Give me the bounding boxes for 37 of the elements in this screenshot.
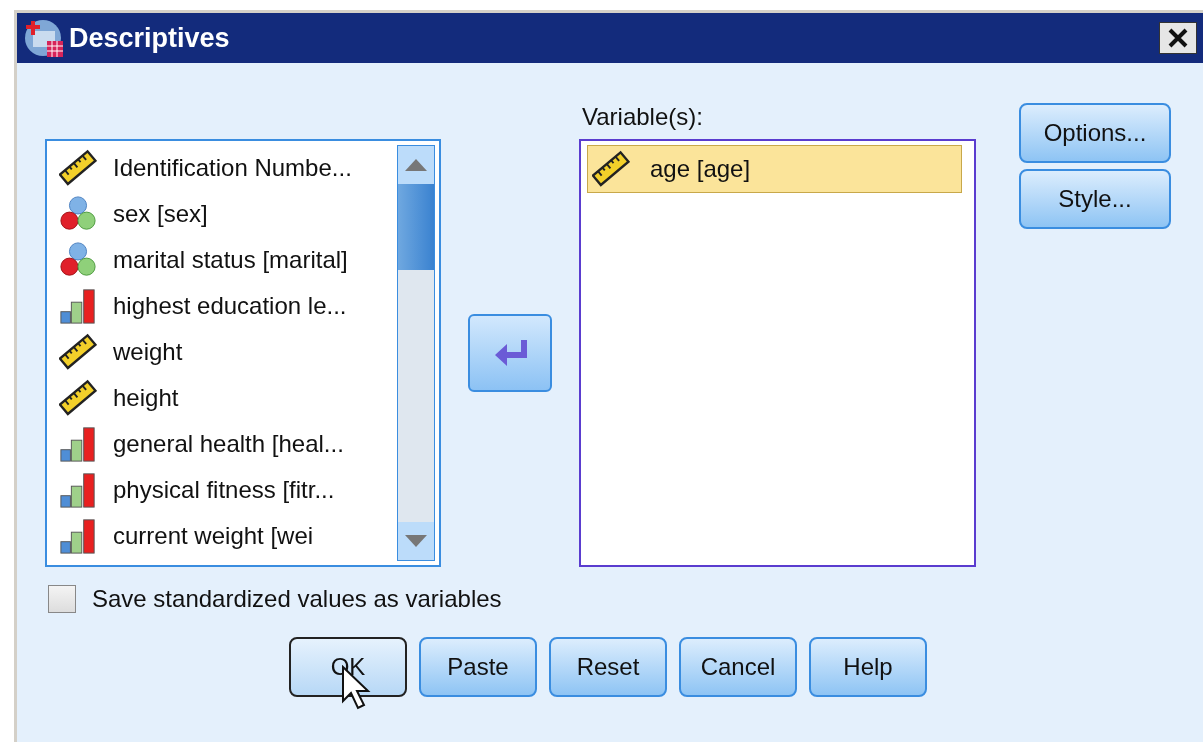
variables-label: Variable(s): [581,103,704,132]
scroll-up-icon[interactable] [405,159,427,171]
variable-item[interactable]: general health [heal... [59,421,397,467]
variable-list[interactable]: Identification Numbe... sex [sex] marital status [marital] highest education le... weight height general health [heal... physical fitness [fitr... current weight [wei [45,139,441,567]
variable-item[interactable]: highest education le... [59,283,397,329]
three-circles-icon [59,241,97,279]
bar-chart-icon [59,517,97,555]
variable-item[interactable]: age [age] [587,145,962,193]
scroll-thumb[interactable] [398,184,434,270]
bar-chart-icon [59,287,97,325]
dialog-button[interactable]: Reset [549,637,667,697]
dialog-button[interactable]: Paste [419,637,537,697]
variable-item[interactable]: marital status [marital] [59,237,397,283]
variable-item[interactable]: current weight [wei [59,513,397,559]
selected-variables-list[interactable]: age [age] [579,139,976,567]
bar-chart-icon [59,425,97,463]
arrow-icon [493,338,527,368]
variable-item[interactable]: Identification Numbe... [59,145,397,191]
variable-item[interactable]: physical fitness [fitr... [59,467,397,513]
scroll-down-icon[interactable] [405,535,427,547]
variable-item[interactable]: height [59,375,397,421]
bar-chart-icon [59,471,97,509]
close-button[interactable] [1159,22,1197,54]
checkbox[interactable] [48,585,76,613]
dialog-button[interactable]: Options... [1019,103,1171,163]
variable-item[interactable]: sex [sex] [59,191,397,237]
scrollbar[interactable] [397,145,435,561]
checkbox-label: Save standardized values as variables [92,585,502,613]
variable-item[interactable]: weight [59,329,397,375]
three-circles-icon [59,195,97,233]
app-icon [23,17,65,59]
dialog-button[interactable]: Help [809,637,927,697]
dialog-button[interactable]: Style... [1019,169,1171,229]
window-title: Descriptives [69,22,230,54]
move-button[interactable] [468,314,552,392]
dialog-button[interactable]: Cancel [679,637,797,697]
close-icon [1167,27,1189,49]
